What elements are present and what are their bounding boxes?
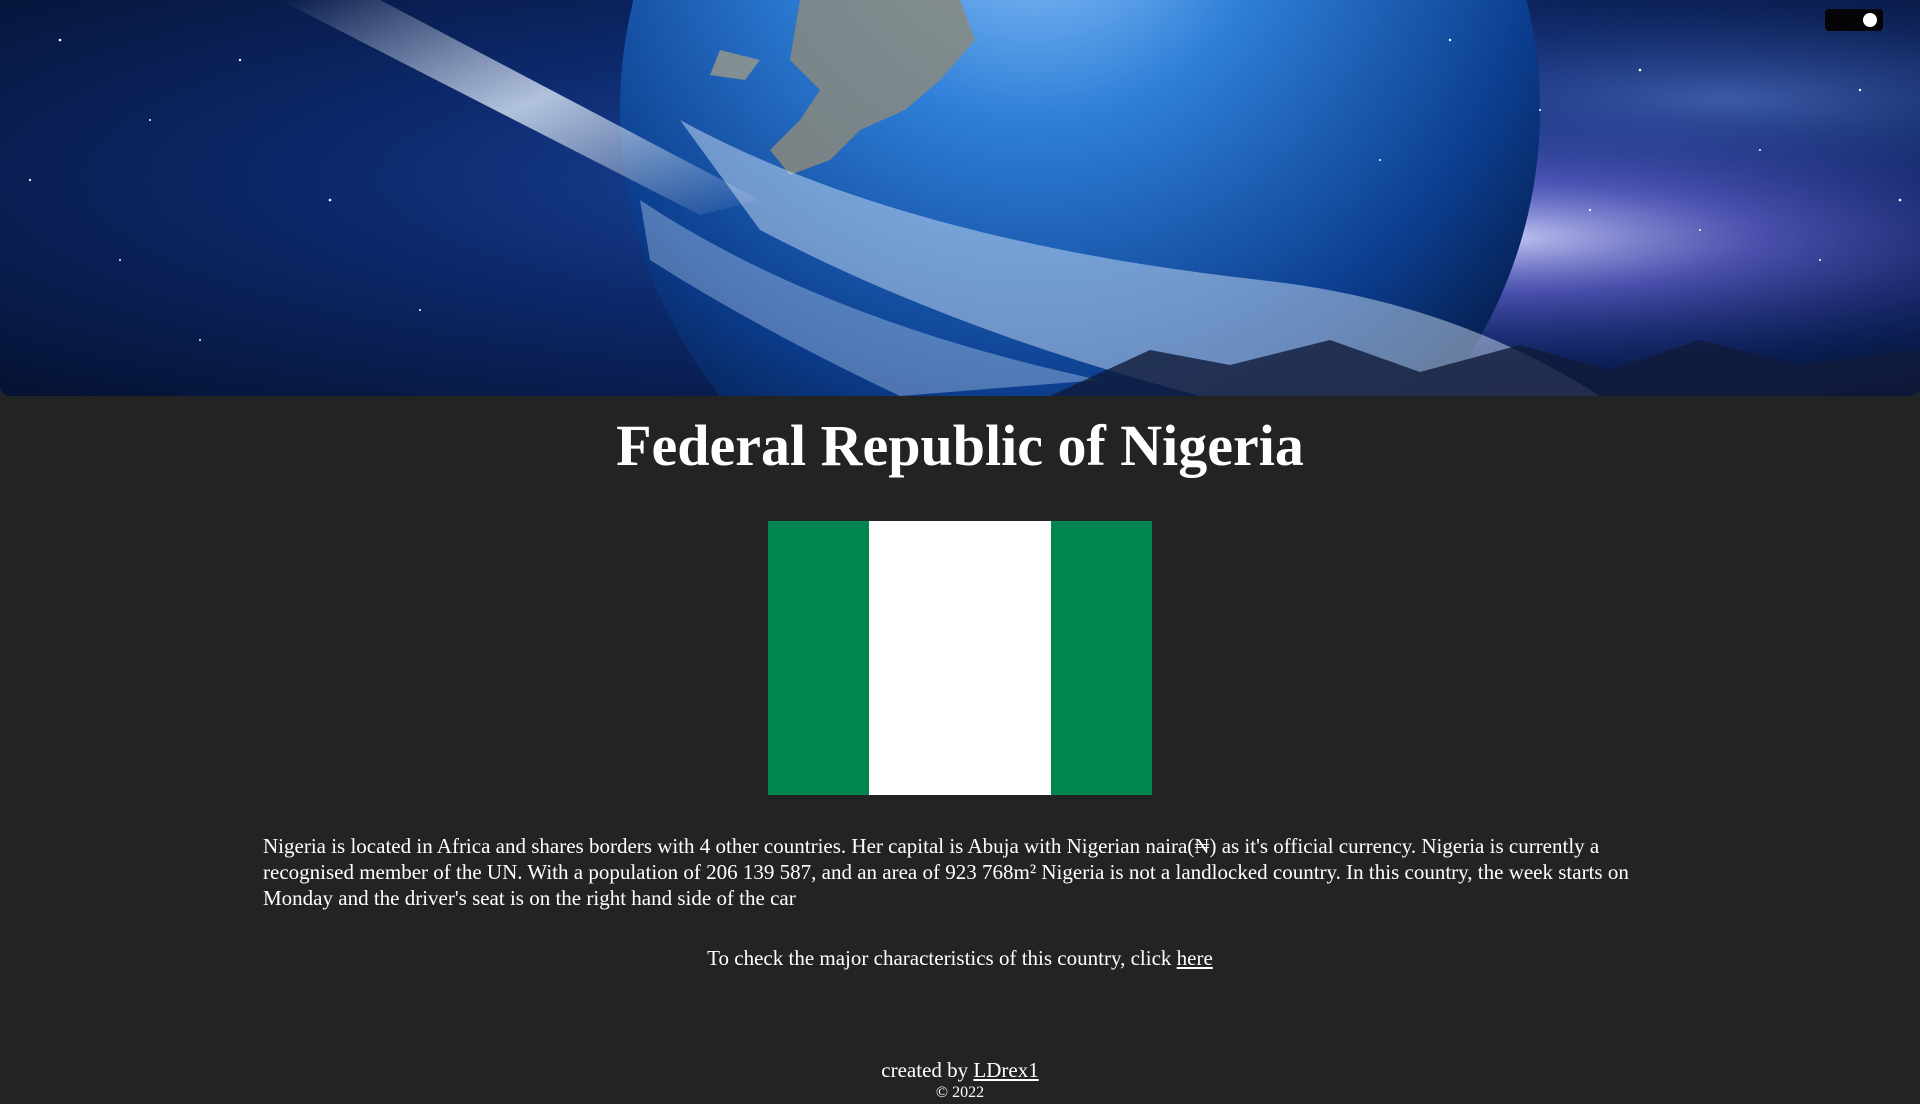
nigeria-flag-image	[768, 521, 1153, 795]
theme-toggle[interactable]	[1825, 9, 1883, 31]
country-description: Nigeria is located in Africa and shares …	[263, 834, 1629, 910]
copyright-text: © 2022	[935, 1084, 985, 1101]
hero-banner	[0, 0, 1920, 396]
page-title: Federal Republic of Nigeria	[616, 413, 1304, 478]
toggle-knob	[1863, 13, 1877, 27]
flag-stripe-left	[768, 521, 869, 795]
flag-stripe-center	[868, 521, 1052, 795]
credit-line: created by LDrex1	[0, 1056, 1920, 1084]
characteristics-prompt: To check the major characteristics of th…	[0, 944, 1920, 972]
author-link[interactable]: LDrex1	[973, 1058, 1038, 1082]
characteristics-link[interactable]: here	[1177, 946, 1213, 970]
flag-stripe-right	[1051, 521, 1153, 795]
earth-space-image	[0, 0, 1920, 396]
created-by-text: created by	[881, 1058, 974, 1082]
characteristics-text: To check the major characteristics of th…	[707, 946, 1177, 970]
footer: created by LDrex1 © 2022	[0, 1056, 1920, 1102]
